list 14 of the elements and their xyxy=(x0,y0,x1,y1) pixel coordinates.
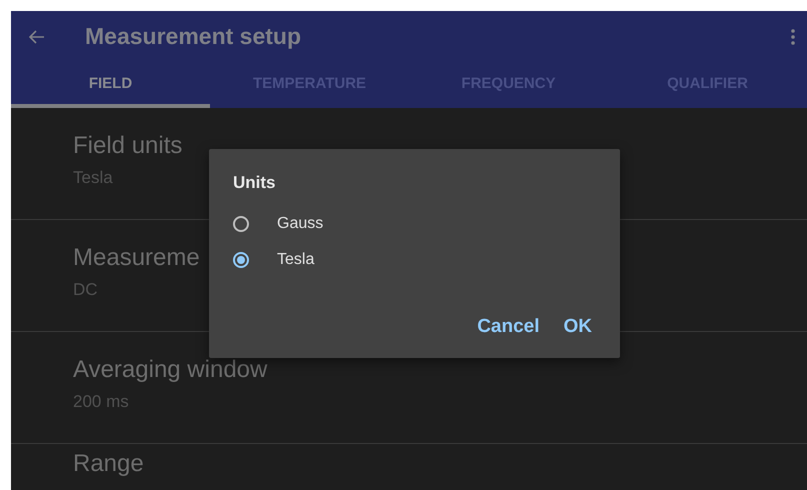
back-arrow-icon[interactable] xyxy=(29,30,45,44)
screen-title: Measurement setup xyxy=(85,23,302,50)
tab[interactable]: FIELD xyxy=(11,62,210,108)
option-label[interactable]: Gauss xyxy=(277,215,324,233)
radio-button[interactable] xyxy=(233,252,249,268)
option-label[interactable]: Tesla xyxy=(277,251,314,269)
radio-button[interactable] xyxy=(233,216,249,232)
setting-title: Averaging window xyxy=(73,356,268,384)
more-menu-icon[interactable] xyxy=(791,28,795,44)
dialog-title: Units xyxy=(233,173,276,193)
setting-title: Range xyxy=(73,450,144,478)
setting-title: Measureme xyxy=(73,244,200,272)
setting-row[interactable]: Range xyxy=(11,444,807,487)
setting-title: Field units xyxy=(73,132,182,160)
